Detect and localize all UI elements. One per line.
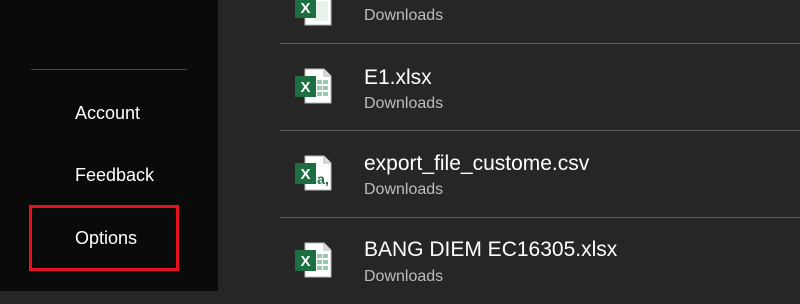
svg-text:a,: a, [317,171,329,187]
sidebar-item-label: Feedback [75,165,155,185]
recent-files-list: X Downloads X E1.xlsx Downloads a, X exp… [218,0,800,291]
backstage-sidebar: Account Feedback Options [0,0,218,291]
file-name: E1.xlsx [364,66,432,89]
csv-file-icon: a, X [295,155,332,191]
file-name: BANG DIEM EC16305.xlsx [364,238,618,261]
recent-file-row[interactable]: X BANG DIEM EC16305.xlsx Downloads [280,218,800,304]
file-location: Downloads [364,7,444,24]
excel-file-icon: X [295,68,332,104]
sidebar-item-account[interactable]: Account [75,103,140,124]
sidebar-item-label: Account [75,103,141,123]
excel-file-icon: X [295,0,332,26]
svg-text:X: X [300,253,310,270]
recent-file-row[interactable]: X Downloads [280,0,800,42]
options-highlight-box [29,205,179,271]
sidebar-item-feedback[interactable]: Feedback [75,165,154,186]
sidebar-divider [31,69,187,70]
file-location: Downloads [364,268,444,285]
file-name: export_file_custome.csv [364,152,590,175]
recent-file-row[interactable]: X E1.xlsx Downloads [280,44,800,130]
file-location: Downloads [364,181,444,198]
file-location: Downloads [364,95,444,112]
excel-file-icon: X [295,242,332,278]
svg-text:X: X [300,166,310,183]
svg-text:X: X [300,0,310,17]
recent-file-row[interactable]: a, X export_file_custome.csv Downloads [280,131,800,217]
svg-text:X: X [300,79,310,96]
